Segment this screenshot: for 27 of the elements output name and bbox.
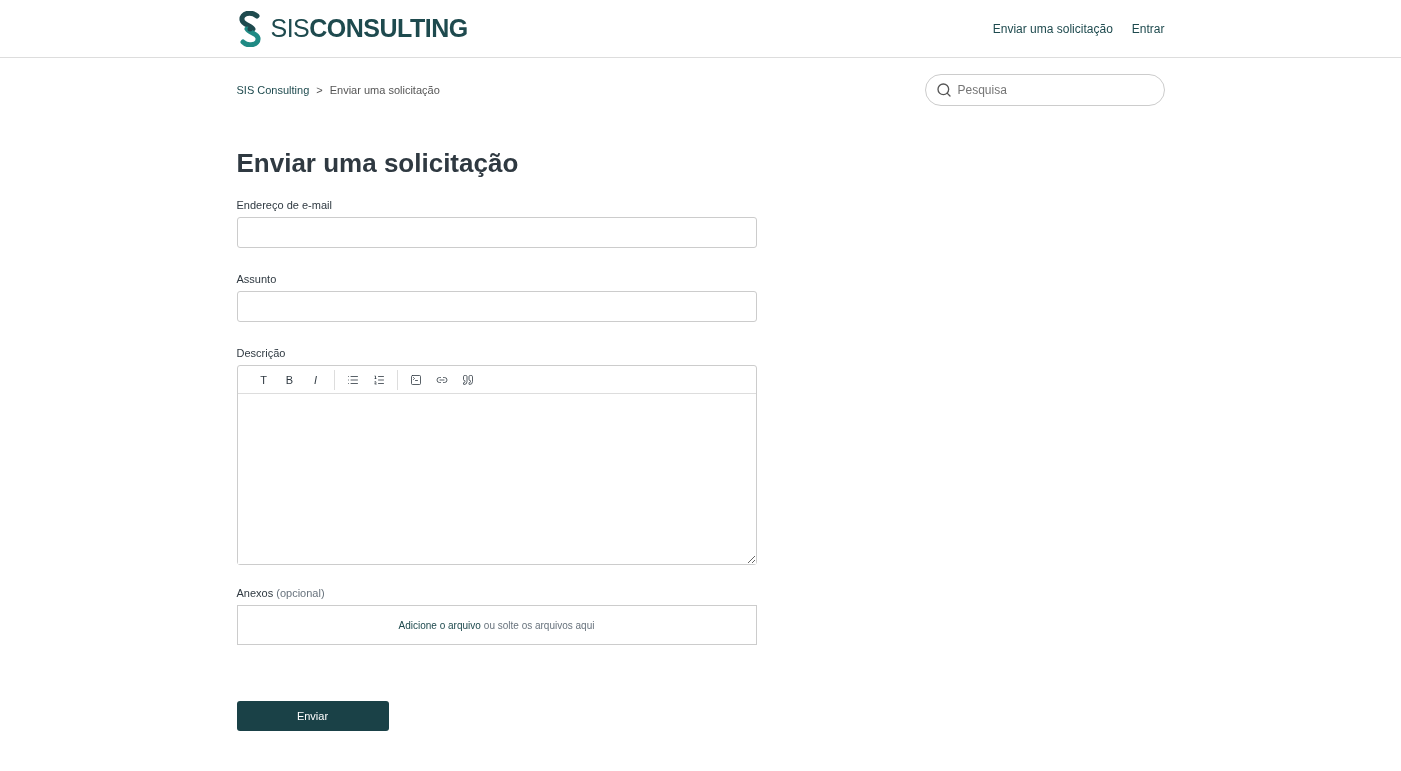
- logo-text: SISCONSULTING: [270, 14, 468, 43]
- file-drop-area[interactable]: Adicione o arquivo ou solte os arquivos aqui: [236, 605, 757, 645]
- breadcrumb-current: Enviar uma solicitação: [329, 84, 440, 96]
- field-label: Descrição: [236, 347, 287, 359]
- breadcrumb-separator: >: [316, 84, 323, 96]
- description-editor[interactable]: T B I: [236, 365, 757, 565]
- field-label: Assunto: [236, 273, 278, 285]
- nav-link[interactable]: Entrar: [1131, 21, 1165, 36]
- nav-link[interactable]: Enviar uma solicitação: [992, 21, 1113, 36]
- search-icon: [935, 82, 952, 98]
- search-field[interactable]: Pesquisa: [924, 74, 1165, 106]
- add-file-link[interactable]: Adicione o arquivo: [398, 619, 481, 631]
- numbered-list-icon: [372, 373, 385, 386]
- field-label: Endereço de e-mail: [236, 199, 333, 211]
- page-title: Enviar uma solicitação: [236, 148, 520, 179]
- bold-format-button[interactable]: B: [277, 369, 302, 390]
- quote-icon: [461, 373, 474, 386]
- text-format-button[interactable]: T: [251, 369, 276, 390]
- breadcrumb-link[interactable]: SIS Consulting: [236, 84, 310, 96]
- submit-button[interactable]: Enviar: [236, 701, 389, 731]
- input-field[interactable]: [236, 291, 757, 322]
- italic-format-button[interactable]: I: [303, 369, 328, 390]
- input-field[interactable]: [236, 217, 757, 248]
- bulleted-list-icon: [346, 373, 359, 386]
- field-label: Anexos (opcional): [236, 587, 326, 599]
- drop-hint: ou solte os arquivos aqui: [483, 619, 595, 631]
- logo-icon: [236, 10, 263, 47]
